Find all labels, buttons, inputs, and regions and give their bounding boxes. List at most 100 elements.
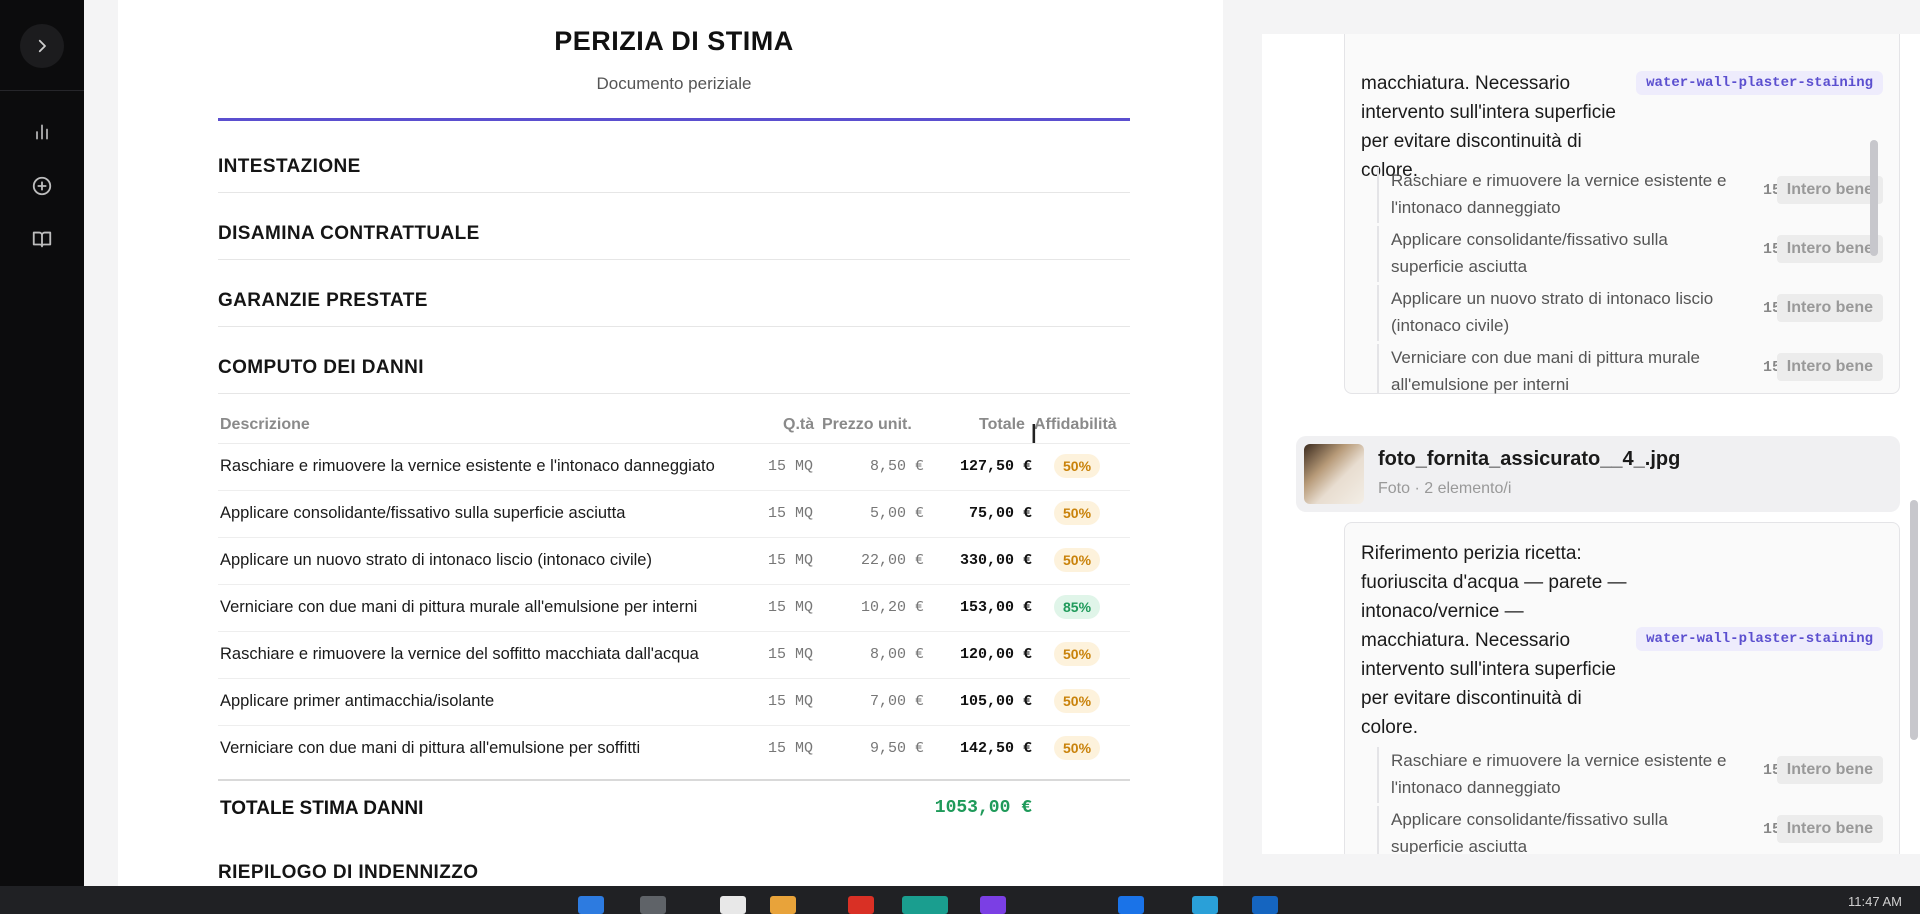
photo-attachment[interactable]: foto_fornita_assicurato__4_.jpg Foto · 2… xyxy=(1296,436,1900,512)
scope-badge: Intero bene xyxy=(1776,353,1883,381)
recipe-item: Applicare consolidante/fissativo sulla s… xyxy=(1377,226,1883,282)
recipe-tag: water-wall-plaster-staining xyxy=(1636,71,1883,95)
row-price: 8,00 € xyxy=(869,646,924,663)
row-qty: 15 MQ xyxy=(768,740,814,757)
col-header-total: Totale xyxy=(979,416,1025,433)
scope-badge: Intero bene xyxy=(1776,756,1883,784)
table-row: Verniciare con due mani di pittura all'e… xyxy=(218,726,1130,773)
row-total: 105,00 € xyxy=(959,693,1032,710)
page-subtitle: Documento periziale xyxy=(596,74,752,93)
row-price: 8,50 € xyxy=(869,458,924,475)
row-price: 9,50 € xyxy=(869,740,924,757)
row-price: 10,20 € xyxy=(860,599,924,616)
book-open-icon[interactable] xyxy=(20,221,64,257)
row-description: Verniciare con due mani di pittura all'e… xyxy=(220,739,641,757)
recipe-item: Raschiare e rimuovere la vernice esisten… xyxy=(1377,747,1883,803)
recipe-item-text: Applicare consolidante/fissativo sulla s… xyxy=(1391,810,1668,854)
table-row: Applicare un nuovo strato di intonaco li… xyxy=(218,538,1130,585)
evidence-panel: macchiatura. Necessario intervento sull'… xyxy=(1262,34,1920,854)
scope-badge: Intero bene xyxy=(1776,235,1883,263)
row-description: Raschiare e rimuovere la vernice esisten… xyxy=(220,457,715,475)
card-text-line: fuoriuscita d'acqua — parete — xyxy=(1361,572,1627,593)
card-text-line: per evitare discontinuità di xyxy=(1361,131,1582,152)
taskbar-clock[interactable]: 11:47 AM xyxy=(1848,894,1902,909)
recipe-card: macchiatura. Necessario intervento sull'… xyxy=(1344,34,1900,394)
recipe-item: Applicare un nuovo strato di intonaco li… xyxy=(1377,285,1883,341)
row-description: Raschiare e rimuovere la vernice del sof… xyxy=(220,645,699,663)
reliability-badge: 50% xyxy=(1054,501,1101,525)
folder-icon[interactable] xyxy=(770,896,796,914)
col-header-qty: Q.tà xyxy=(783,416,815,433)
card-text-line: macchiatura. Necessario xyxy=(1361,73,1571,94)
os-taskbar: 11:47 AM xyxy=(0,886,1920,914)
card-text-line: colore. xyxy=(1361,717,1419,738)
recipe-item-text: Raschiare e rimuovere la vernice esisten… xyxy=(1391,171,1727,217)
reliability-badge: 50% xyxy=(1054,642,1101,666)
reliability-badge: 85% xyxy=(1054,595,1101,619)
row-total: 330,00 € xyxy=(959,552,1032,569)
windows-start-icon[interactable] xyxy=(578,896,604,914)
recipe-item: Verniciare con due mani di pittura mural… xyxy=(1377,344,1883,394)
recipe-item-text: Applicare consolidante/fissativo sulla s… xyxy=(1391,230,1668,276)
photo-thumbnail[interactable] xyxy=(1304,444,1364,504)
scope-badge: Intero bene xyxy=(1776,294,1883,322)
recipe-card-text: Riferimento perizia ricetta: fuoriuscita… xyxy=(1361,539,1651,742)
bar-chart-icon[interactable] xyxy=(20,114,64,150)
table-row: Raschiare e rimuovere la vernice del sof… xyxy=(218,632,1130,679)
card-text-line: intervento sull'intera superficie xyxy=(1361,102,1616,123)
row-description: Applicare un nuovo strato di intonaco li… xyxy=(220,551,652,569)
recipe-item: Raschiare e rimuovere la vernice esisten… xyxy=(1377,167,1883,223)
table-row: Applicare primer antimacchia/isolante 15… xyxy=(218,679,1130,726)
photo-meta: Foto · 2 elemento/i xyxy=(1378,480,1512,497)
table-row: Raschiare e rimuovere la vernice esisten… xyxy=(218,444,1130,491)
row-total: 153,00 € xyxy=(959,599,1032,616)
row-description: Applicare primer antimacchia/isolante xyxy=(220,692,495,710)
scope-badge: Intero bene xyxy=(1776,815,1883,843)
row-qty: 15 MQ xyxy=(768,693,814,710)
row-qty: 15 MQ xyxy=(768,599,814,616)
reliability-badge: 50% xyxy=(1054,689,1101,713)
card-text-line: intervento sull'intera superficie xyxy=(1361,659,1616,680)
row-qty: 15 MQ xyxy=(768,458,814,475)
col-header-description: Descrizione xyxy=(220,416,310,433)
chevron-right-icon[interactable] xyxy=(20,24,64,68)
card-text-line: macchiatura. Necessario xyxy=(1361,630,1571,651)
mail-icon[interactable] xyxy=(1118,896,1144,914)
section-garanzie-prestate[interactable]: GARANZIE PRESTATE xyxy=(218,290,1130,327)
section-computo-dei-danni[interactable]: COMPUTO DEI DANNI xyxy=(218,357,1130,394)
row-price: 5,00 € xyxy=(869,505,924,522)
code-editor-icon[interactable] xyxy=(1192,896,1218,914)
active-app-icon[interactable] xyxy=(902,896,948,914)
main-page: PERIZIA DI STIMA Documento periziale INT… xyxy=(84,0,1920,886)
table-row: Applicare consolidante/fissativo sulla s… xyxy=(218,491,1130,538)
title-divider xyxy=(218,118,1130,121)
col-header-price: Prezzo unit. xyxy=(822,416,912,433)
recipe-item: Applicare consolidante/fissativo sulla s… xyxy=(1377,806,1883,854)
search-icon[interactable] xyxy=(640,896,666,914)
page-scrollbar-thumb[interactable] xyxy=(1910,500,1918,740)
section-intestazione[interactable]: INTESTAZIONE xyxy=(218,156,1130,193)
sidebar-divider xyxy=(0,90,84,91)
panel-scrollbar-thumb[interactable] xyxy=(1870,140,1878,256)
row-qty: 15 MQ xyxy=(768,505,814,522)
text-cursor-icon: I xyxy=(1030,420,1038,450)
row-price: 7,00 € xyxy=(869,693,924,710)
browser-icon[interactable] xyxy=(848,896,874,914)
row-description: Applicare consolidante/fissativo sulla s… xyxy=(220,504,626,522)
row-description: Verniciare con due mani di pittura mural… xyxy=(220,598,698,616)
reliability-badge: 50% xyxy=(1054,548,1101,572)
col-header-reliability: Affidabilità xyxy=(1034,416,1117,433)
section-disamina-contrattuale[interactable]: DISAMINA CONTRATTUALE xyxy=(218,223,1130,260)
total-value: 1053,00 € xyxy=(934,798,1032,818)
store-icon[interactable] xyxy=(1252,896,1278,914)
file-explorer-icon[interactable] xyxy=(720,896,746,914)
evidence-scroll-area[interactable]: macchiatura. Necessario intervento sull'… xyxy=(1262,34,1902,854)
table-header: Descrizione Q.tà Prezzo unit. Totale Aff… xyxy=(218,414,1130,444)
plus-circle-icon[interactable] xyxy=(20,168,64,204)
recipe-item-text: Verniciare con due mani di pittura mural… xyxy=(1391,348,1700,394)
recipe-item-text: Applicare un nuovo strato di intonaco li… xyxy=(1391,289,1714,335)
row-total: 142,50 € xyxy=(959,740,1032,757)
section-riepilogo-di-indennizzo[interactable]: RIEPILOGO DI INDENNIZZO xyxy=(218,862,478,884)
chat-app-icon[interactable] xyxy=(980,896,1006,914)
row-total: 75,00 € xyxy=(968,505,1032,522)
